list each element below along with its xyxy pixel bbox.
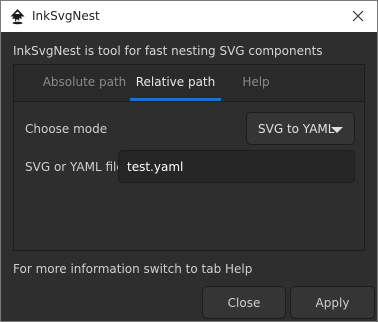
tab-relative-path[interactable]: Relative path xyxy=(130,65,221,101)
file-label: SVG or YAML file xyxy=(25,160,124,174)
title-bar: InkSvgNest xyxy=(1,1,377,32)
dialog-window: InkSvgNest InkSvgNest is tool for fast n… xyxy=(0,0,378,322)
window-title: InkSvgNest xyxy=(32,9,100,23)
tab-absolute-path[interactable]: Absolute path xyxy=(27,65,142,101)
apply-button[interactable]: Apply xyxy=(290,286,375,319)
inkscape-logo-icon xyxy=(9,8,26,25)
choose-mode-label: Choose mode xyxy=(25,122,108,136)
description-text: InkSvgNest is tool for fast nesting SVG … xyxy=(13,44,323,58)
tab-help[interactable]: Help xyxy=(233,65,279,101)
file-input[interactable] xyxy=(118,150,355,183)
mode-dropdown[interactable]: SVG to YAML xyxy=(246,112,355,145)
close-button[interactable]: Close xyxy=(202,286,286,319)
dropdown-arrow-icon xyxy=(331,127,343,133)
tab-notebook: Absolute path Relative path Help Choose … xyxy=(13,64,365,251)
close-icon[interactable] xyxy=(347,5,369,27)
tab-bar: Absolute path Relative path Help xyxy=(14,65,364,102)
mode-dropdown-value: SVG to YAML xyxy=(258,122,335,136)
info-text: For more information switch to tab Help xyxy=(13,262,253,276)
